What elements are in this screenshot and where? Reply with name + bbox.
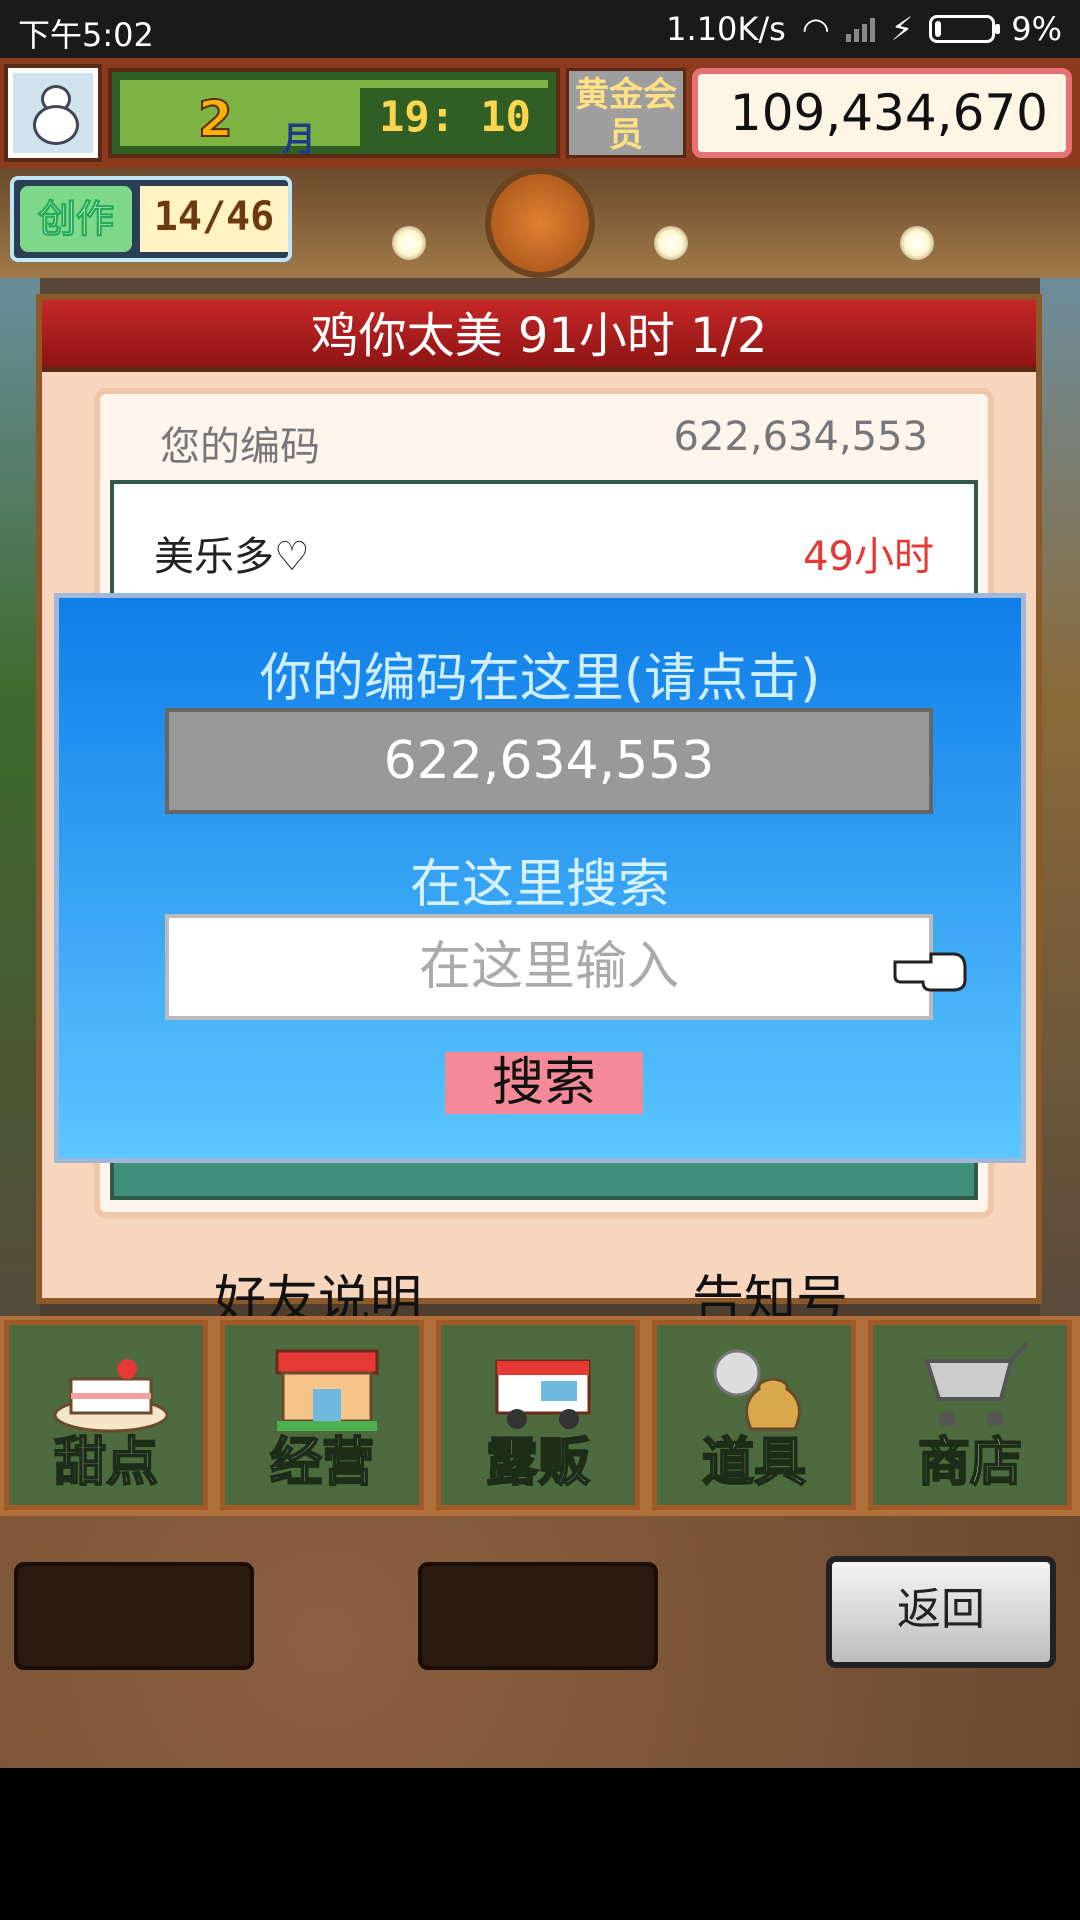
date-bar-inner: 2 月 19: 10: [120, 80, 550, 160]
code-label: 您的编码: [160, 424, 320, 470]
menu-label: 道具: [701, 1432, 807, 1494]
top-hud: 2 月 19: 10 黄金会员 109,434,670 G: [0, 58, 1080, 220]
friend-time: 49小时: [803, 534, 934, 580]
panel-title: 鸡你太美 91小时 1/2: [42, 300, 1036, 372]
scenery-right: [1040, 258, 1080, 1358]
game-screen: 2 月 19: 10 黄金会员 109,434,670 G 创作 14/46 鸡…: [0, 58, 1080, 1768]
month-label: 月: [282, 120, 316, 160]
create-count: 14/46: [140, 186, 288, 252]
search-title: 在这里搜索: [409, 855, 670, 915]
signal-icon: [845, 16, 875, 42]
menu-label: 露贩: [485, 1432, 591, 1494]
menu-label: 甜点: [53, 1432, 159, 1494]
money-display: 109,434,670 G: [692, 68, 1072, 220]
menu-label: 商店: [917, 1432, 1023, 1494]
status-bar: 下午5:02 1.10K/s ◠ ⚡ 9%: [0, 0, 1080, 58]
search-input[interactable]: [165, 914, 933, 1020]
lamp-light: [392, 226, 426, 260]
dome-ornament: [485, 168, 595, 278]
menu-dessert[interactable]: 甜点: [4, 1320, 208, 1510]
back-button[interactable]: 返回: [826, 1556, 1056, 1668]
status-time: 下午5:02: [18, 16, 154, 54]
snowman-icon: [31, 85, 79, 145]
menu-bar: 甜点 经营 露贩 道具 商店: [0, 1316, 1080, 1516]
gold-member-badge: 黄金会员: [566, 68, 686, 158]
system-nav-area: [0, 1768, 1080, 1920]
create-label: 创作: [20, 186, 132, 252]
battery-icon: [929, 15, 1001, 43]
empty-slot: [14, 1562, 254, 1670]
menu-stall[interactable]: 露贩: [436, 1320, 640, 1510]
friend-search-dialog: 你的编码在这里(请点击) 622,634,553 在这里搜索 搜索: [54, 593, 1026, 1163]
lamp-light: [654, 226, 688, 260]
empty-slot: [418, 1562, 658, 1670]
pointing-hand-icon: [893, 952, 967, 992]
avatar[interactable]: [4, 64, 102, 162]
bottom-area: 返回: [0, 1516, 1080, 1768]
menu-management[interactable]: 经营: [220, 1320, 424, 1510]
month-number: 2: [197, 89, 234, 149]
battery-percent: 9%: [1011, 10, 1062, 48]
menu-store[interactable]: 商店: [868, 1320, 1072, 1510]
status-right: 1.10K/s ◠ ⚡ 9%: [666, 10, 1062, 48]
dialog-title: 你的编码在这里(请点击): [259, 649, 821, 709]
my-code-button[interactable]: 622,634,553: [165, 708, 933, 814]
friend-name[interactable]: 美乐多♡: [154, 524, 310, 582]
charging-icon: ⚡: [890, 10, 914, 48]
menu-items[interactable]: 道具: [652, 1320, 856, 1510]
lamp-light: [900, 226, 934, 260]
wifi-icon: ◠: [801, 10, 830, 48]
create-badge[interactable]: 创作 14/46: [10, 176, 292, 262]
network-speed: 1.10K/s: [666, 10, 786, 48]
search-button[interactable]: 搜索: [445, 1052, 643, 1114]
scenery-left: [0, 258, 40, 1358]
menu-label: 经营: [269, 1432, 375, 1494]
code-value: 622,634,553: [673, 414, 928, 460]
date-bar: 2 月 19: 10: [108, 68, 560, 160]
game-clock: 19: 10: [360, 88, 550, 146]
